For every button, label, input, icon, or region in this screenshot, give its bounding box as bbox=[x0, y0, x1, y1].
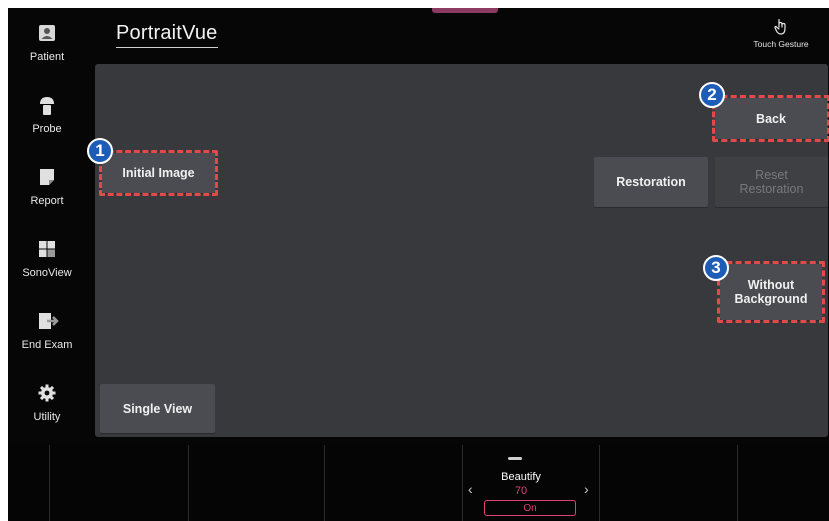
sidebar-item-end-exam[interactable]: End Exam bbox=[8, 296, 86, 368]
bottom-divider bbox=[599, 445, 600, 521]
sidebar-item-sonoview[interactable]: SonoView bbox=[8, 224, 86, 296]
reset-restoration-label-line2: Restoration bbox=[739, 182, 804, 196]
callout-frame-without-background bbox=[717, 261, 825, 323]
app-window: Patient Probe Report SonoView End Exam U… bbox=[8, 8, 829, 521]
sidebar-item-label: Probe bbox=[32, 123, 62, 135]
sidebar-item-label: Report bbox=[30, 195, 64, 207]
top-indicator bbox=[432, 8, 498, 13]
patient-icon bbox=[38, 24, 56, 42]
single-view-button[interactable]: Single View bbox=[100, 384, 215, 433]
reset-restoration-label-line1: Reset bbox=[755, 168, 788, 182]
touch-gesture-label: Touch Gesture bbox=[753, 39, 809, 49]
report-icon bbox=[38, 168, 56, 186]
restoration-button[interactable]: Restoration bbox=[594, 157, 708, 207]
bottom-divider bbox=[462, 445, 463, 521]
touch-gesture-button[interactable]: Touch Gesture bbox=[741, 18, 821, 49]
drag-handle[interactable] bbox=[508, 457, 522, 460]
sidebar-item-patient[interactable]: Patient bbox=[8, 8, 86, 80]
chevron-right-icon[interactable]: › bbox=[584, 481, 589, 497]
gear-icon bbox=[38, 384, 56, 402]
callout-frame-initial-image bbox=[99, 150, 218, 196]
beautify-label: Beautify bbox=[501, 471, 541, 483]
probe-icon bbox=[38, 96, 56, 115]
sidebar-item-label: SonoView bbox=[22, 267, 72, 279]
sidebar-item-utility[interactable]: Utility bbox=[8, 368, 86, 440]
single-view-label: Single View bbox=[122, 401, 193, 416]
bottom-control-bar: ‹ Beautify 70 › On bbox=[8, 445, 829, 521]
callout-badge-3: 3 bbox=[703, 255, 729, 281]
sonoview-icon bbox=[38, 240, 56, 258]
sidebar-item-label: Utility bbox=[33, 411, 61, 423]
page-title: PortraitVue bbox=[116, 22, 218, 48]
beautify-value: 70 bbox=[514, 485, 528, 497]
bottom-divider bbox=[49, 445, 50, 521]
sidebar-item-probe[interactable]: Probe bbox=[8, 80, 86, 152]
main-panel: Initial Image 1 Back 2 Restoration Reset… bbox=[87, 64, 829, 437]
sidebar-item-label: Patient bbox=[29, 51, 65, 63]
callout-badge-2: 2 bbox=[699, 82, 725, 108]
beautify-toggle[interactable]: On bbox=[484, 500, 576, 516]
chevron-left-icon[interactable]: ‹ bbox=[468, 481, 473, 497]
restoration-label: Restoration bbox=[616, 175, 686, 189]
sidebar: Patient Probe Report SonoView End Exam U… bbox=[8, 8, 86, 444]
hand-pointer-icon bbox=[773, 18, 789, 36]
bottom-divider bbox=[737, 445, 738, 521]
bottom-divider bbox=[188, 445, 189, 521]
sidebar-item-report[interactable]: Report bbox=[8, 152, 86, 224]
callout-badge-1: 1 bbox=[87, 138, 113, 164]
sidebar-item-label: End Exam bbox=[21, 339, 73, 351]
callout-frame-back bbox=[712, 95, 829, 142]
end-exam-icon bbox=[38, 312, 59, 330]
bottom-divider bbox=[324, 445, 325, 521]
reset-restoration-button[interactable]: Reset Restoration bbox=[715, 157, 828, 207]
